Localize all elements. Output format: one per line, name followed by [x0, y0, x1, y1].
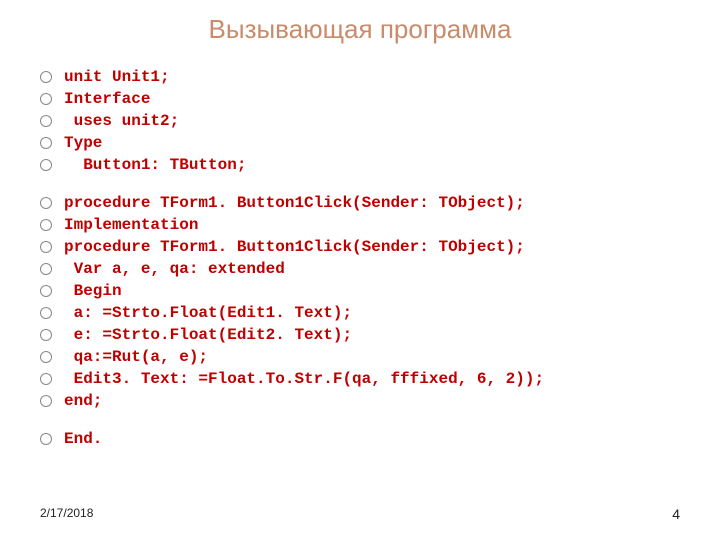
bullet-icon: [40, 115, 52, 127]
bullet-icon: [40, 329, 52, 341]
code-line: Button1: TButton;: [40, 155, 680, 175]
code-line: qa:=Rut(a, e);: [40, 347, 680, 367]
code-text: Edit3. Text: =Float.To.Str.F(qa, fffixed…: [64, 369, 544, 389]
code-line: e: =Strto.Float(Edit2. Text);: [40, 325, 680, 345]
footer-date: 2/17/2018: [40, 506, 93, 522]
bullet-icon: [40, 241, 52, 253]
code-line: uses unit2;: [40, 111, 680, 131]
code-text: End.: [64, 429, 102, 449]
bullet-icon: [40, 395, 52, 407]
code-line: unit Unit1;: [40, 67, 680, 87]
bullet-icon: [40, 159, 52, 171]
code-line: procedure TForm1. Button1Click(Sender: T…: [40, 193, 680, 213]
code-line: procedure TForm1. Button1Click(Sender: T…: [40, 237, 680, 257]
bullet-icon: [40, 351, 52, 363]
code-line: a: =Strto.Float(Edit1. Text);: [40, 303, 680, 323]
code-line: Var a, e, qa: extended: [40, 259, 680, 279]
slide-title: Вызывающая программа: [0, 0, 720, 67]
code-text: end;: [64, 391, 102, 411]
bullet-icon: [40, 307, 52, 319]
code-text: e: =Strto.Float(Edit2. Text);: [64, 325, 352, 345]
code-line: Type: [40, 133, 680, 153]
bullet-icon: [40, 285, 52, 297]
footer-page-number: 4: [672, 506, 680, 522]
code-line: End.: [40, 429, 680, 449]
bullet-icon: [40, 71, 52, 83]
code-text: qa:=Rut(a, e);: [64, 347, 208, 367]
code-text: unit Unit1;: [64, 67, 170, 87]
code-line: end;: [40, 391, 680, 411]
code-text: a: =Strto.Float(Edit1. Text);: [64, 303, 352, 323]
code-text: procedure TForm1. Button1Click(Sender: T…: [64, 193, 525, 213]
code-line: Edit3. Text: =Float.To.Str.F(qa, fffixed…: [40, 369, 680, 389]
bullet-icon: [40, 373, 52, 385]
code-text: Implementation: [64, 215, 198, 235]
code-text: procedure TForm1. Button1Click(Sender: T…: [64, 237, 525, 257]
code-text: uses unit2;: [64, 111, 179, 131]
code-text: Button1: TButton;: [64, 155, 246, 175]
code-line: Begin: [40, 281, 680, 301]
bullet-icon: [40, 197, 52, 209]
bullet-icon: [40, 433, 52, 445]
code-line: Interface: [40, 89, 680, 109]
bullet-icon: [40, 263, 52, 275]
bullet-icon: [40, 93, 52, 105]
code-line: Implementation: [40, 215, 680, 235]
code-text: Var a, e, qa: extended: [64, 259, 285, 279]
code-text: Begin: [64, 281, 122, 301]
code-text: Type: [64, 133, 102, 153]
code-text: Interface: [64, 89, 150, 109]
code-listing: unit Unit1; Interface uses unit2; Type B…: [0, 67, 720, 449]
bullet-icon: [40, 137, 52, 149]
slide-footer: 2/17/2018 4: [40, 506, 680, 522]
bullet-icon: [40, 219, 52, 231]
